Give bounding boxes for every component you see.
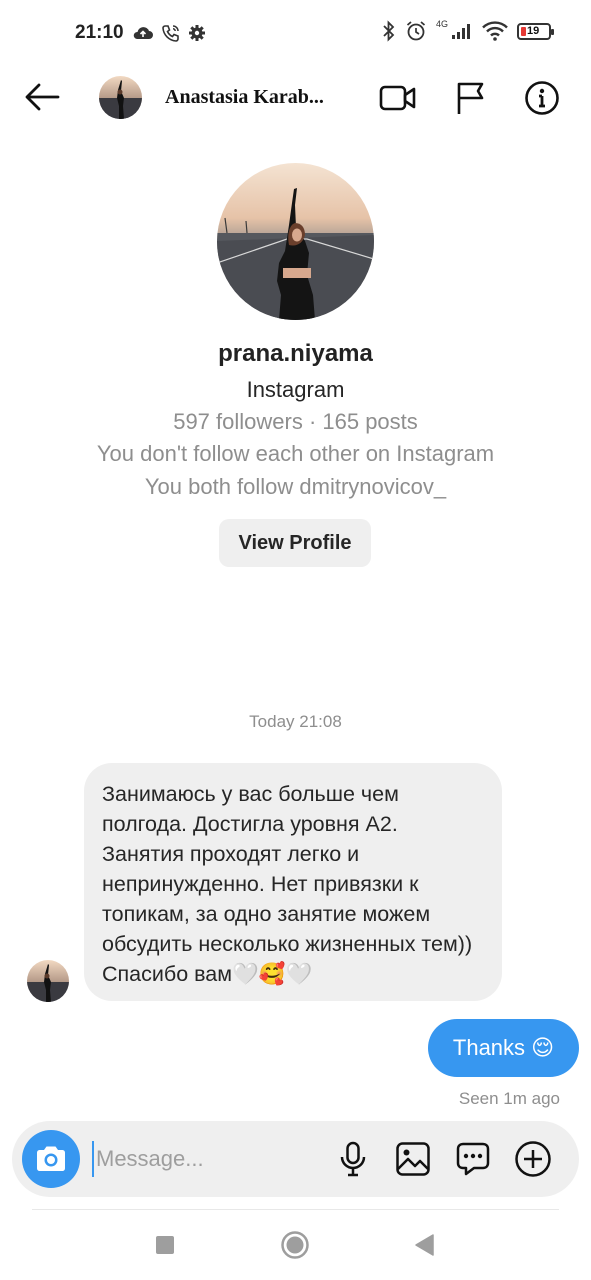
cloud-upload-icon — [132, 25, 154, 41]
square-icon — [156, 1236, 174, 1254]
wifi-calling-icon — [161, 24, 180, 42]
sticker-button[interactable] — [453, 1139, 493, 1179]
battery-level: 19 — [527, 25, 540, 37]
profile-stats: 597 followers · 165 posts — [173, 409, 418, 434]
status-time: 21:10 — [75, 22, 124, 43]
contact-name[interactable]: Anastasia Karab... — [165, 86, 345, 109]
gallery-button[interactable] — [393, 1139, 433, 1179]
home-circle-icon — [281, 1231, 309, 1259]
battery-fill — [521, 26, 526, 36]
profile-username: prana.niyama — [218, 340, 373, 367]
home-button[interactable] — [277, 1228, 313, 1262]
back-nav-button[interactable] — [407, 1228, 443, 1262]
message-input[interactable] — [92, 1141, 322, 1177]
status-bar-left: 21:10 — [75, 22, 206, 44]
gallery-icon — [396, 1142, 430, 1176]
recent-apps-button[interactable] — [147, 1228, 183, 1262]
video-call-icon — [379, 85, 416, 111]
back-triangle-icon — [415, 1234, 434, 1256]
alarm-icon — [405, 20, 427, 42]
sender-avatar[interactable] — [27, 960, 69, 1002]
incoming-message-text: Занимаюсь у вас больше чем полгода. Дост… — [102, 782, 473, 986]
chat-header: Anastasia Karab... — [0, 66, 591, 128]
incoming-message-bubble[interactable]: Занимаюсь у вас больше чем полгода. Дост… — [84, 763, 502, 1001]
outgoing-message-text: Thanks 😌 — [452, 1035, 555, 1060]
bluetooth-icon — [382, 20, 396, 42]
info-button[interactable] — [522, 78, 562, 118]
outgoing-message-bubble[interactable]: Thanks 😌 — [428, 1019, 579, 1077]
info-icon — [525, 81, 559, 115]
video-call-button[interactable] — [378, 78, 418, 118]
camera-icon — [37, 1146, 65, 1171]
wifi-icon — [482, 21, 508, 41]
message-composer — [12, 1121, 579, 1197]
follow-status: You don't follow each other on Instagram — [96, 441, 495, 466]
network-type: 4G — [435, 18, 448, 29]
settings-gear-icon — [188, 24, 206, 42]
message-timestamp: Today 21:08 — [249, 712, 342, 731]
profile-picture[interactable] — [217, 163, 374, 320]
status-bar-right: 4G 19 — [382, 18, 554, 42]
sticker-icon — [456, 1142, 490, 1176]
flag-icon — [457, 82, 484, 114]
nav-divider — [32, 1209, 559, 1210]
microphone-icon — [340, 1141, 366, 1177]
add-icon — [515, 1141, 551, 1177]
report-button[interactable] — [450, 78, 490, 118]
status-bar: 21:10 4G 19 — [0, 0, 591, 66]
mutual-follow: You both follow dmitrynovicov_ — [144, 474, 447, 499]
signal-icon — [451, 22, 473, 40]
view-profile-button[interactable]: View Profile — [219, 519, 371, 567]
camera-button[interactable] — [22, 1130, 80, 1188]
header-avatar[interactable] — [99, 76, 142, 119]
profile-source: Instagram — [246, 377, 345, 402]
seen-status: Seen 1m ago — [458, 1089, 560, 1108]
voice-message-button[interactable] — [333, 1139, 373, 1179]
add-button[interactable] — [513, 1139, 553, 1179]
back-arrow-icon — [25, 83, 60, 111]
back-button[interactable] — [22, 78, 62, 116]
battery-icon: 19 — [517, 22, 554, 40]
